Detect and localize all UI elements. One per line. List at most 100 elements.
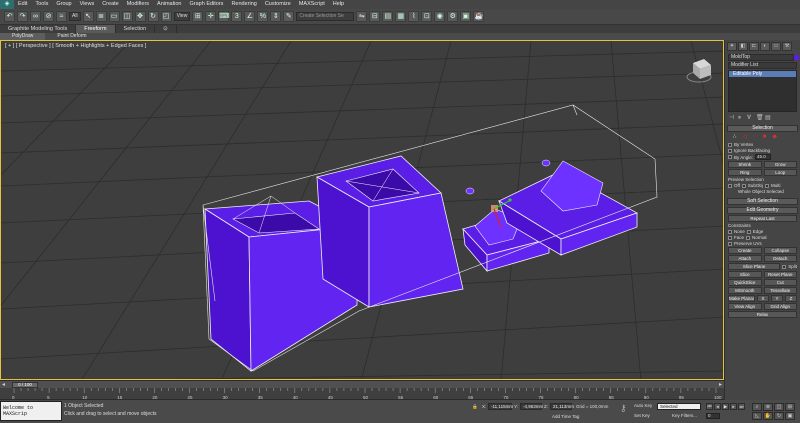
key-filters-button[interactable]: Key Filters... bbox=[672, 413, 697, 418]
add-time-tag-button[interactable]: Add Time Tag bbox=[552, 413, 579, 420]
viewcube-icon[interactable] bbox=[686, 59, 712, 83]
reset-plane-button[interactable]: Reset Plane bbox=[763, 271, 797, 278]
layer-manager-icon[interactable]: ▤ bbox=[382, 11, 394, 22]
set-key-button[interactable]: Set Key bbox=[634, 413, 650, 418]
maxscript-listener[interactable]: Welcome to MAXScrip bbox=[0, 401, 62, 421]
by-vertex-checkbox[interactable] bbox=[728, 142, 732, 147]
percent-snap-icon[interactable]: % bbox=[257, 11, 269, 22]
menu-graph-editors[interactable]: Graph Editors bbox=[186, 0, 228, 9]
current-frame-field[interactable]: 0 bbox=[706, 413, 720, 419]
tessellate-button[interactable]: Tessellate bbox=[763, 287, 797, 294]
polygon-mode-icon[interactable]: ■ bbox=[761, 134, 768, 140]
modify-tab-icon[interactable]: ◧ bbox=[738, 42, 748, 51]
manipulate-icon[interactable]: ✛ bbox=[205, 11, 217, 22]
named-selection-sets[interactable]: Create Selection Se bbox=[296, 12, 355, 21]
schematic-view-icon[interactable]: ⊡ bbox=[421, 11, 433, 22]
go-to-start-icon[interactable]: ⏮ bbox=[706, 403, 713, 410]
undo-icon[interactable]: ↶ bbox=[4, 11, 15, 22]
display-tab-icon[interactable]: ▭ bbox=[771, 42, 781, 51]
ribbon-minimize-icon[interactable]: ⊙ bbox=[155, 25, 177, 33]
constraint-none-radio[interactable] bbox=[728, 229, 732, 234]
attach-button[interactable]: Attach bbox=[728, 255, 762, 262]
menu-rendering[interactable]: Rendering bbox=[227, 0, 260, 9]
render-production-icon[interactable]: ☕ bbox=[473, 11, 485, 22]
detach-button[interactable]: Detach bbox=[763, 255, 797, 262]
element-mode-icon[interactable]: ◆ bbox=[771, 134, 778, 140]
subtab-polydraw[interactable]: PolyDraw bbox=[0, 33, 46, 40]
modifier-list-dropdown[interactable]: Modifier List bbox=[728, 62, 797, 69]
by-angle-input[interactable]: 45.0 bbox=[755, 154, 772, 160]
constraint-normal-radio[interactable] bbox=[746, 235, 751, 240]
select-move-icon[interactable]: ✥ bbox=[134, 11, 146, 22]
view-align-button[interactable]: View Align bbox=[728, 303, 762, 310]
track-bar[interactable]: 0 5 10 15 20 25 30 35 40 45 50 55 60 65 70 75 80 85 90 95 10… bbox=[0, 388, 724, 400]
edit-named-sets-icon[interactable]: ✎ bbox=[283, 11, 295, 22]
ignore-backfacing-checkbox[interactable] bbox=[728, 148, 732, 153]
snap-toggle-icon[interactable]: 3 bbox=[231, 11, 243, 22]
material-editor-icon[interactable]: ◉ bbox=[434, 11, 446, 22]
vertex-mode-icon[interactable]: ∴ bbox=[731, 134, 738, 140]
zoom-all-icon[interactable]: ⊕ bbox=[763, 403, 773, 411]
render-setup-icon[interactable]: ⚙ bbox=[447, 11, 459, 22]
unlink-icon[interactable]: ⊘ bbox=[43, 11, 54, 22]
subtab-paint-deform[interactable]: Paint Deform bbox=[45, 33, 98, 40]
pivot-center-icon[interactable]: ⊞ bbox=[192, 11, 204, 22]
make-unique-icon[interactable]: ∀ bbox=[747, 115, 753, 121]
create-tab-icon[interactable]: ✦ bbox=[727, 42, 737, 51]
repeat-last-button[interactable]: Repeat Last bbox=[728, 215, 797, 222]
motion-tab-icon[interactable]: ◐ bbox=[760, 42, 770, 51]
window-crossing-icon[interactable]: ◫ bbox=[121, 11, 133, 22]
menu-customize[interactable]: Customize bbox=[261, 0, 295, 9]
prev-frame-icon[interactable]: ◂ bbox=[714, 403, 721, 410]
menu-animation[interactable]: Animation bbox=[153, 0, 185, 9]
x-coordinate-field[interactable]: -11,115mm bbox=[488, 403, 513, 410]
remove-modifier-icon[interactable]: 🗑 bbox=[756, 115, 764, 121]
y-coordinate-field[interactable]: -4,963mm bbox=[520, 403, 543, 410]
select-by-name-icon[interactable]: ≣ bbox=[95, 11, 107, 22]
angle-snap-icon[interactable]: ∠ bbox=[244, 11, 256, 22]
zoom-icon[interactable]: ⌕ bbox=[752, 403, 762, 411]
hierarchy-tab-icon[interactable]: ⊏ bbox=[749, 42, 759, 51]
menu-edit[interactable]: Edit bbox=[14, 0, 31, 9]
selection-rollout-header[interactable]: Selection bbox=[727, 125, 798, 132]
shrink-button[interactable]: Shrink bbox=[728, 161, 762, 168]
select-scale-icon[interactable]: ◰ bbox=[160, 11, 172, 22]
slice-plane-button[interactable]: Slice Plane bbox=[728, 263, 781, 270]
configure-sets-icon[interactable]: ▤ bbox=[765, 115, 771, 121]
ring-button[interactable]: Ring bbox=[728, 169, 762, 176]
rect-selection-icon[interactable]: ▭ bbox=[108, 11, 120, 22]
by-angle-checkbox[interactable] bbox=[728, 155, 732, 159]
create-button[interactable]: Create bbox=[728, 247, 762, 254]
planar-y-button[interactable]: Y bbox=[771, 295, 783, 302]
show-end-result-icon[interactable]: ⏸ bbox=[738, 115, 744, 121]
edge-mode-icon[interactable]: ◁ bbox=[741, 134, 748, 140]
menu-maxscript[interactable]: MAXScript bbox=[295, 0, 329, 9]
preserve-uvs-checkbox[interactable] bbox=[728, 241, 732, 246]
perspective-viewport[interactable]: [ + ] [ Perspective ] [ Smooth + Highlig… bbox=[0, 40, 724, 380]
msmooth-button[interactable]: MSmooth bbox=[728, 287, 762, 294]
soft-selection-rollout-header[interactable]: Soft Selection bbox=[727, 198, 798, 205]
select-rotate-icon[interactable]: ↻ bbox=[147, 11, 159, 22]
slice-button[interactable]: Slice bbox=[728, 271, 762, 278]
zoom-extents-all-icon[interactable]: ⊞ bbox=[785, 403, 795, 411]
redo-icon[interactable]: ↷ bbox=[17, 11, 28, 22]
rendered-frame-icon[interactable]: ▣ bbox=[460, 11, 472, 22]
constraint-face-radio[interactable] bbox=[728, 235, 732, 240]
cut-button[interactable]: Cut bbox=[763, 279, 797, 286]
lock-selection-icon[interactable]: 🔒 bbox=[472, 403, 478, 410]
pin-stack-icon[interactable]: ⊣ bbox=[729, 115, 735, 121]
utilities-tab-icon[interactable]: ⚒ bbox=[782, 42, 792, 51]
menu-help[interactable]: Help bbox=[329, 0, 348, 9]
edit-geometry-rollout-header[interactable]: Edit Geometry bbox=[727, 207, 798, 214]
orbit-icon[interactable]: ↻ bbox=[774, 412, 784, 420]
keyboard-shortcut-icon[interactable]: ⌨ bbox=[218, 11, 229, 22]
preview-off-radio[interactable] bbox=[728, 183, 732, 188]
link-icon[interactable]: ∞ bbox=[30, 11, 41, 22]
grow-button[interactable]: Grow bbox=[763, 161, 797, 168]
mirror-icon[interactable]: ⇋ bbox=[356, 11, 368, 22]
menu-tools[interactable]: Tools bbox=[31, 0, 52, 9]
z-coordinate-field[interactable]: 21,113mm bbox=[550, 403, 574, 410]
key-icon[interactable]: ⚷ bbox=[620, 404, 627, 413]
select-object-icon[interactable]: ↖ bbox=[82, 11, 94, 22]
planar-z-button[interactable]: Z bbox=[785, 295, 797, 302]
